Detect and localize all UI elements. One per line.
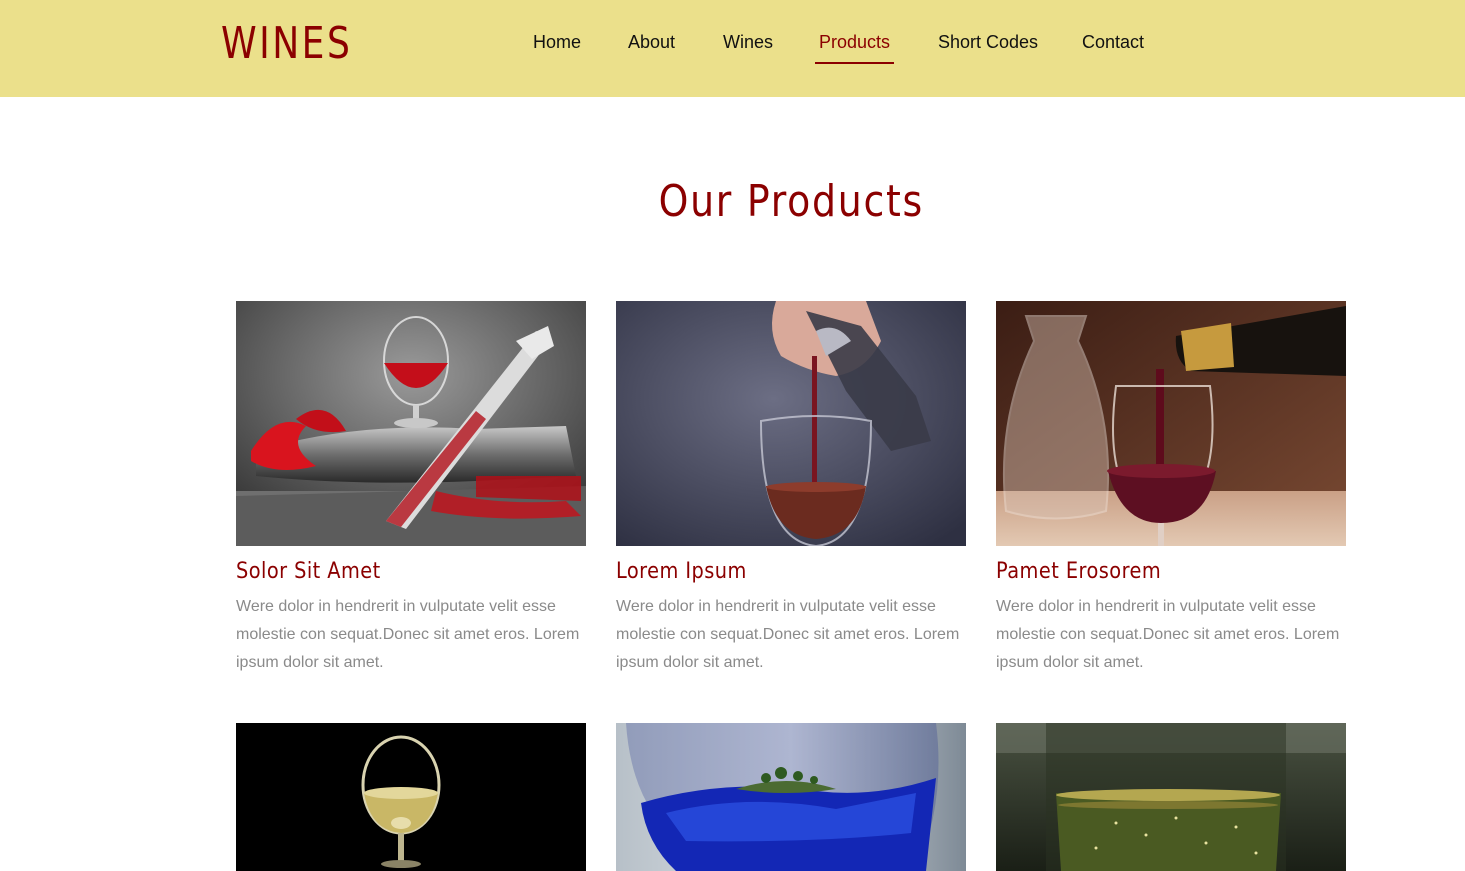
site-logo[interactable]: WINES — [221, 18, 352, 70]
product-description: Were dolor in hendrerit in vulputate vel… — [616, 598, 960, 671]
product-description: Were dolor in hendrerit in vulputate vel… — [996, 598, 1340, 671]
nav-contact[interactable]: Contact — [1082, 30, 1144, 54]
product-card — [996, 723, 1346, 871]
product-title[interactable]: Lorem Ipsum — [616, 558, 924, 586]
product-image[interactable] — [616, 723, 966, 871]
product-image[interactable] — [236, 301, 586, 546]
section-title: Our Products — [0, 172, 1465, 232]
product-title[interactable]: Pamet Erosorem — [996, 558, 1304, 586]
nav-home[interactable]: Home — [533, 30, 581, 54]
product-description: Were dolor in hendrerit in vulputate vel… — [236, 598, 580, 671]
bottle-pouring-red-wine-image — [996, 301, 1346, 546]
nav-products[interactable]: Products — [819, 30, 890, 54]
product-card: Lorem Ipsum Were dolor in hendrerit in v… — [616, 301, 966, 677]
product-image[interactable] — [996, 301, 1346, 546]
product-card — [616, 723, 966, 871]
blue-water-glass-island-image — [616, 723, 966, 871]
sparkling-wine-glass-image — [996, 723, 1346, 871]
red-wine-glass-knife-bottle-image — [236, 301, 586, 546]
nav-active-indicator — [815, 62, 894, 64]
white-wine-glass-image — [236, 723, 586, 871]
product-card — [236, 723, 586, 871]
nav-wines[interactable]: Wines — [723, 30, 773, 54]
section-title-text: Our Products — [658, 176, 925, 227]
product-title[interactable]: Solor Sit Amet — [236, 558, 544, 586]
site-header: WINES Home About Wines Products Short Co… — [0, 0, 1465, 97]
product-card: Pamet Erosorem Were dolor in hendrerit i… — [996, 301, 1346, 677]
product-image[interactable] — [616, 301, 966, 546]
wine-pouring-into-glass-image — [616, 301, 966, 546]
product-image[interactable] — [996, 723, 1346, 871]
product-image[interactable] — [236, 723, 586, 871]
nav-short-codes[interactable]: Short Codes — [938, 30, 1038, 54]
nav-about[interactable]: About — [628, 30, 675, 54]
product-card: Solor Sit Amet Were dolor in hendrerit i… — [236, 301, 586, 677]
